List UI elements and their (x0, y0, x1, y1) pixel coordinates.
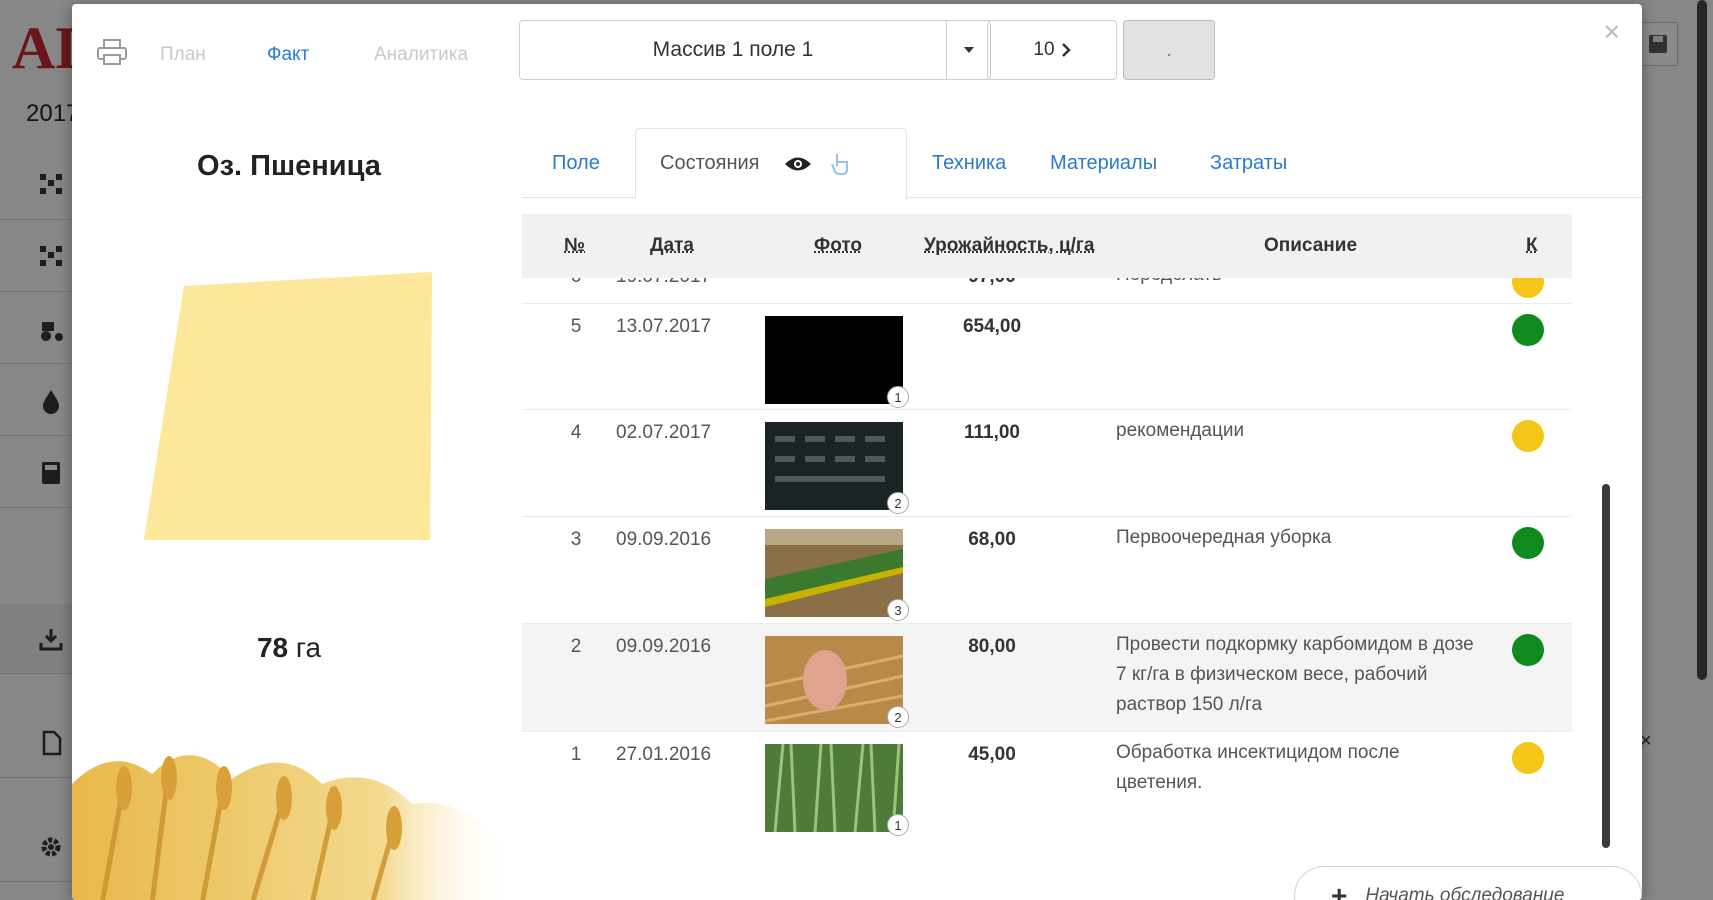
table-row[interactable]: 6 19.07.2017 97,00 Переделать (522, 278, 1572, 304)
col-photo[interactable]: Фото (814, 235, 862, 257)
status-indicator (1512, 314, 1544, 346)
row-yield: 111,00 (963, 422, 1021, 443)
tab-field[interactable]: Поле (552, 128, 600, 198)
table-row[interactable]: 3 09.09.2016 3 68,00 Первоочередная убор… (522, 517, 1572, 624)
row-num: 1 (570, 744, 582, 765)
status-indicator (1512, 742, 1544, 774)
scrollbar-thumb[interactable] (1602, 484, 1610, 848)
wheat-decoration (72, 755, 512, 900)
status-indicator (1512, 278, 1544, 298)
photo-thumbnail[interactable]: 2 (765, 422, 909, 514)
photo-count-badge: 2 (887, 492, 909, 514)
tab-states-label: Состояния (660, 152, 760, 174)
next-field-button[interactable]: 10 (987, 20, 1117, 80)
col-status[interactable]: К (1526, 235, 1538, 257)
row-num: 3 (570, 529, 582, 550)
tab-analytics[interactable]: Аналитика (374, 44, 468, 66)
next-field-label: 10 (1033, 39, 1055, 60)
tab-materials[interactable]: Материалы (1050, 128, 1157, 198)
row-yield: 80,00 (968, 636, 1016, 657)
photo-count-badge: 1 (887, 386, 909, 408)
photo-thumbnail[interactable]: 2 (765, 636, 909, 728)
table-scrollbar[interactable] (1602, 278, 1610, 848)
col-description: Описание (1264, 235, 1358, 256)
tab-states[interactable]: Состояния (635, 128, 907, 199)
field-area: 78 га (72, 632, 506, 664)
row-date: 09.09.2016 (616, 529, 712, 550)
crop-title: Оз. Пшеница (197, 150, 381, 182)
tab-costs[interactable]: Затраты (1210, 128, 1287, 198)
row-yield: 68,00 (968, 529, 1016, 550)
row-num: 4 (570, 422, 582, 443)
chevron-down-icon[interactable] (946, 21, 990, 79)
area-unit: га (295, 632, 322, 663)
status-indicator (1512, 634, 1544, 666)
photo-thumbnail[interactable]: 1 (765, 744, 909, 836)
row-num: 6 (566, 278, 586, 288)
photo-count-badge: 1 (887, 814, 909, 836)
photo-thumbnail[interactable]: 3 (765, 529, 909, 621)
section-tabs: Поле Состояния Техника Материалы Затраты (522, 128, 1642, 199)
tab-machinery[interactable]: Техника (932, 128, 1006, 198)
photo-count-badge: 2 (887, 706, 909, 728)
photo-thumbnail[interactable]: 1 (765, 316, 909, 408)
col-date[interactable]: Дата (650, 235, 694, 257)
row-yield: 97,00 (922, 278, 1062, 288)
row-date: 13.07.2017 (616, 316, 712, 337)
row-description: Первоочередная уборка (1116, 527, 1332, 548)
eye-icon[interactable] (784, 155, 812, 173)
status-indicator (1512, 420, 1544, 452)
row-date: 27.01.2016 (616, 744, 712, 765)
table-row[interactable]: 1 27.01.2016 1 45,00 Обработка инсектици… (522, 732, 1572, 838)
row-num: 5 (570, 316, 582, 337)
row-description: Провести подкормку карбомидом в дозе 7 к… (1116, 634, 1474, 715)
extra-button[interactable]: . (1123, 20, 1215, 80)
start-survey-label: Начать обследование (1365, 885, 1565, 900)
area-value: 78 (256, 632, 289, 663)
row-date: 09.09.2016 (616, 636, 712, 657)
row-date: 19.07.2017 (616, 278, 711, 288)
row-description: рекомендации (1116, 420, 1245, 441)
row-description: Обработка инсектицидом после цветения. (1116, 742, 1400, 793)
states-table-body: 6 19.07.2017 97,00 Переделать 5 13.07.20… (522, 278, 1572, 838)
hand-pointer-icon[interactable] (830, 152, 850, 176)
plus-icon: + (1331, 880, 1348, 900)
field-select-value: Массив 1 поле 1 (652, 38, 814, 61)
field-shape (144, 272, 432, 540)
col-yield[interactable]: Урожайность, ц/га (924, 235, 1094, 257)
row-date: 02.07.2017 (616, 422, 712, 443)
row-num: 2 (570, 636, 582, 657)
row-yield: 654,00 (962, 316, 1022, 337)
print-icon[interactable] (96, 38, 128, 66)
row-yield: 45,00 (968, 744, 1016, 765)
tab-fact[interactable]: Факт (267, 44, 309, 66)
photo-count-badge: 3 (887, 599, 909, 621)
chevron-right-icon (1061, 43, 1071, 57)
tab-plan[interactable]: План (160, 44, 206, 66)
modal-close-button[interactable]: × (1604, 18, 1620, 46)
table-header: № Дата Фото Урожайность, ц/га Описание К (522, 214, 1572, 278)
table-row[interactable]: 4 02.07.2017 2 111,00 рекомендации (522, 410, 1572, 517)
field-state-modal: × План Факт Аналитика Массив 1 поле 1 10… (72, 4, 1642, 900)
table-row[interactable]: 5 13.07.2017 1 654,00 (522, 304, 1572, 410)
col-num[interactable]: № (564, 235, 585, 257)
start-survey-button[interactable]: + Начать обследование (1294, 866, 1642, 900)
status-indicator (1512, 527, 1544, 559)
row-description: Переделать (1116, 278, 1476, 290)
table-row[interactable]: 2 09.09.2016 2 80,00 Провести подкормку … (522, 624, 1572, 732)
modal-topbar: План Факт Аналитика (72, 4, 572, 80)
field-select[interactable]: Массив 1 поле 1 (519, 20, 991, 80)
